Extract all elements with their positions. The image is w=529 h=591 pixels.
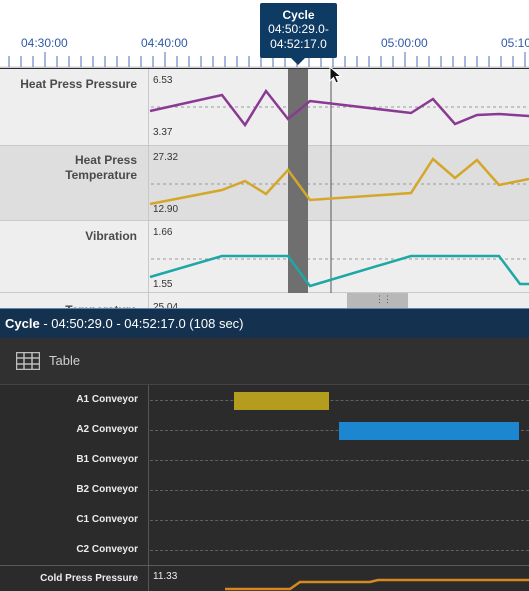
sensor-lines <box>149 69 529 293</box>
gantt-dash <box>150 460 529 461</box>
series-cold-press-pressure <box>225 578 529 591</box>
gantt-row-label: A2 Conveyor <box>76 424 138 435</box>
series-heat-press-temperature <box>149 157 529 206</box>
tooltip-title: Cycle <box>282 8 315 22</box>
gantt-row-label: C2 Conveyor <box>76 544 138 555</box>
chart-row-cold-press-pressure[interactable]: Cold Press Pressure 11.33 <box>0 565 529 591</box>
app-root: 04:30:00 04:40:00 05:00:00 05:10 Cycle 0… <box>0 0 529 591</box>
time-axis[interactable]: 04:30:00 04:40:00 05:00:00 05:10 Cycle 0… <box>0 0 529 68</box>
gantt-row-label: C1 Conveyor <box>76 514 138 525</box>
gantt-dash <box>150 400 529 401</box>
tick-label: 05:10 <box>501 36 529 50</box>
gantt-row-c1[interactable]: C1 Conveyor <box>0 505 529 535</box>
tooltip-end: 04:52:17.0 <box>270 37 327 51</box>
cycle-header-title: Cycle <box>5 316 40 331</box>
grip-icon: ⋮⋮ <box>375 294 392 304</box>
conveyor-gantt: A1 Conveyor A2 Conveyor B1 Conveyor B2 C… <box>0 385 529 591</box>
gantt-row-c2[interactable]: C2 Conveyor <box>0 535 529 565</box>
series-heat-press-pressure <box>149 88 529 128</box>
gantt-row-a2[interactable]: A2 Conveyor <box>0 415 529 445</box>
series-vibration <box>149 254 529 288</box>
gantt-dash <box>150 550 529 551</box>
row-resize-handle[interactable]: ⋮⋮ <box>347 293 408 308</box>
gantt-dash <box>150 490 529 491</box>
cycle-header-range: - 04:50:29.0 - 04:52:17.0 (108 sec) <box>39 316 244 331</box>
gantt-row-b2[interactable]: B2 Conveyor <box>0 475 529 505</box>
gantt-row-label: B1 Conveyor <box>76 454 138 465</box>
tick-label: 05:00:00 <box>381 36 428 50</box>
tick-label: 04:30:00 <box>21 36 68 50</box>
tick-label: 04:40:00 <box>141 36 188 50</box>
gantt-row-b1[interactable]: B1 Conveyor <box>0 445 529 475</box>
gantt-row-a1[interactable]: A1 Conveyor <box>0 385 529 415</box>
gantt-bar-a2[interactable] <box>339 422 519 440</box>
gantt-row-label: B2 Conveyor <box>76 484 138 495</box>
table-button-label[interactable]: Table <box>49 353 80 368</box>
gantt-bar-a1[interactable] <box>234 392 329 410</box>
tooltip-arrow <box>291 58 305 65</box>
table-toggle-bar: Table <box>0 338 529 385</box>
cycle-tooltip: Cycle 04:50:29.0- 04:52:17.0 <box>260 3 337 65</box>
gantt-dash <box>150 520 529 521</box>
cycle-header: Cycle - 04:50:29.0 - 04:52:17.0 (108 sec… <box>0 308 529 338</box>
gantt-row-label: A1 Conveyor <box>76 394 138 405</box>
mouse-cursor-icon <box>329 66 343 84</box>
table-grid-icon[interactable] <box>16 352 40 370</box>
tooltip-start: 04:50:29.0- <box>268 22 329 36</box>
